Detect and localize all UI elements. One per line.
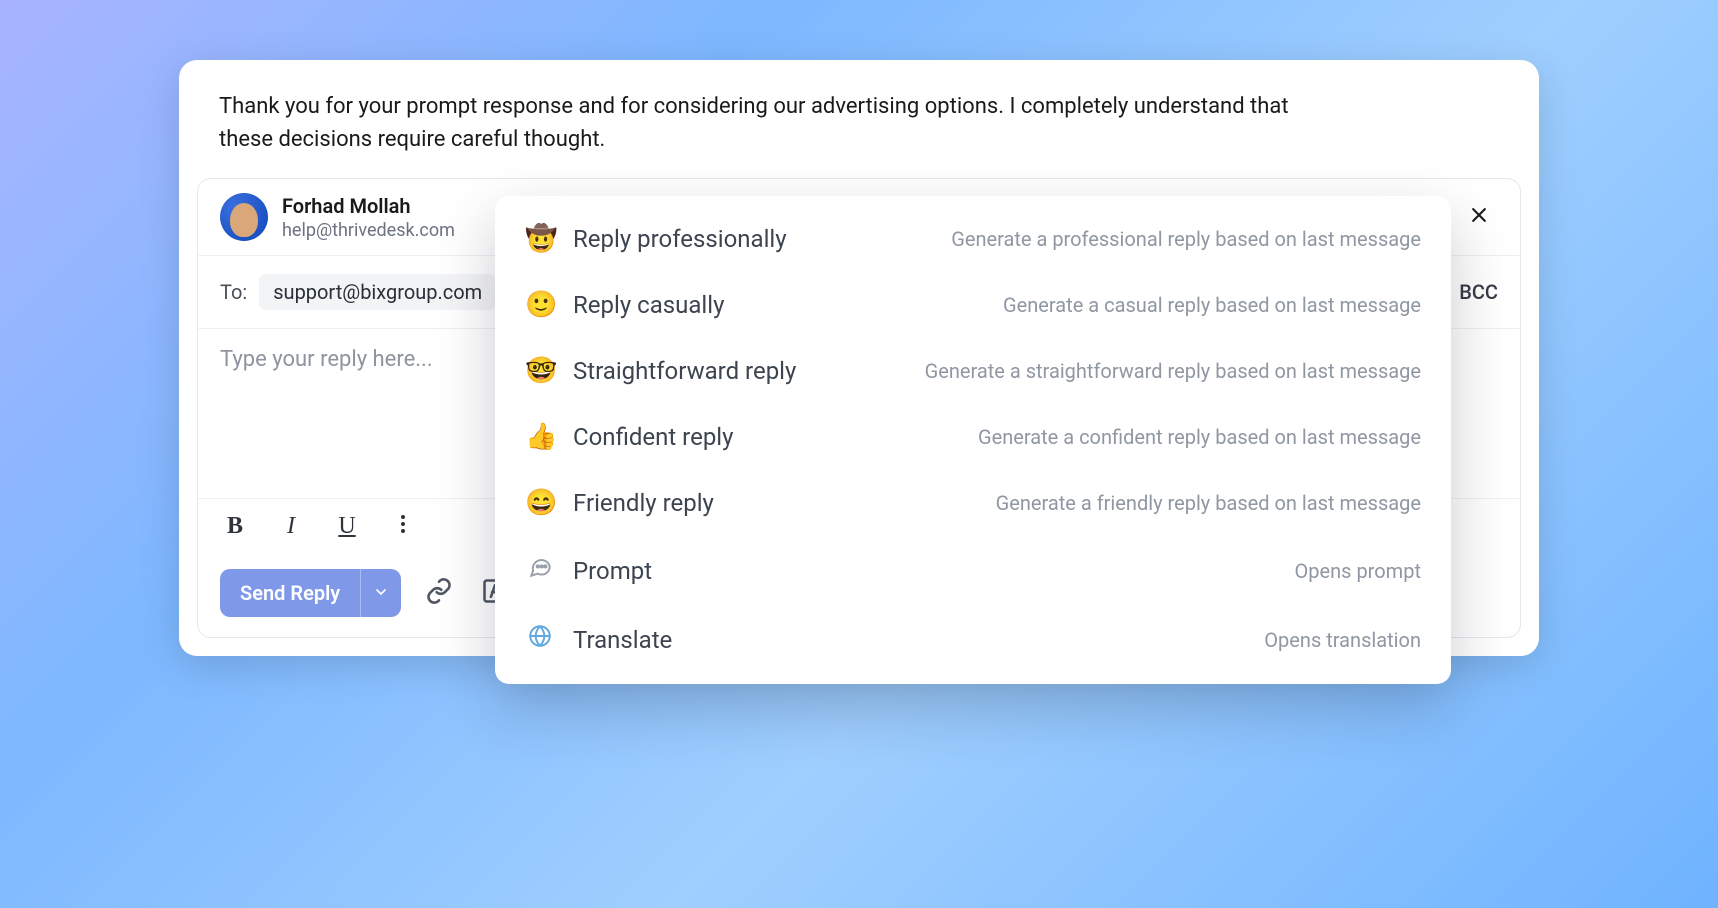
link-icon bbox=[425, 577, 453, 609]
option-title: Translate bbox=[573, 626, 672, 654]
confident-reply-option[interactable]: 👍 Confident reply Generate a confident r… bbox=[495, 404, 1451, 470]
more-formatting-button[interactable] bbox=[388, 511, 418, 541]
bold-button[interactable]: B bbox=[220, 511, 250, 541]
reply-suggestions-popover: 🤠 Reply professionally Generate a profes… bbox=[495, 196, 1451, 684]
option-title: Friendly reply bbox=[573, 489, 714, 517]
option-title: Straightforward reply bbox=[573, 357, 796, 385]
reply-casually-option[interactable]: 🙂 Reply casually Generate a casual reply… bbox=[495, 272, 1451, 338]
close-button[interactable] bbox=[1460, 198, 1498, 236]
straightforward-reply-option[interactable]: 🤓 Straightforward reply Generate a strai… bbox=[495, 338, 1451, 404]
underline-button[interactable]: U bbox=[332, 511, 362, 541]
option-title: Prompt bbox=[573, 557, 652, 585]
send-reply-label: Send Reply bbox=[220, 569, 360, 617]
option-desc: Generate a casual reply based on last me… bbox=[1003, 293, 1421, 317]
attachment-button[interactable] bbox=[421, 575, 457, 611]
to-label: To: bbox=[220, 280, 247, 304]
smile-emoji-icon: 🙂 bbox=[525, 290, 555, 320]
chevron-down-icon bbox=[373, 581, 389, 605]
option-desc: Generate a professional reply based on l… bbox=[951, 227, 1421, 251]
option-desc: Opens translation bbox=[1264, 628, 1421, 652]
avatar bbox=[220, 193, 268, 241]
sender-email: help@thrivedesk.com bbox=[282, 220, 462, 241]
send-reply-dropdown[interactable] bbox=[360, 569, 401, 617]
option-desc: Generate a confident reply based on last… bbox=[978, 425, 1421, 449]
more-vertical-icon bbox=[391, 512, 415, 540]
recipient-chip[interactable]: support@bixgroup.com bbox=[259, 274, 496, 310]
thumbs-up-emoji-icon: 👍 bbox=[525, 422, 555, 452]
option-title: Reply professionally bbox=[573, 225, 787, 253]
option-desc: Generate a straightforward reply based o… bbox=[925, 359, 1421, 383]
italic-button[interactable]: I bbox=[276, 511, 306, 541]
option-desc: Generate a friendly reply based on last … bbox=[996, 491, 1421, 515]
close-icon bbox=[1469, 205, 1489, 229]
option-title: Reply casually bbox=[573, 291, 724, 319]
speech-bubble-icon bbox=[525, 554, 555, 587]
compose-panel: Thank you for your prompt response and f… bbox=[179, 60, 1539, 656]
option-desc: Opens prompt bbox=[1295, 559, 1421, 583]
thread-preview: Thank you for your prompt response and f… bbox=[179, 84, 1539, 178]
option-title: Confident reply bbox=[573, 423, 734, 451]
send-reply-button[interactable]: Send Reply bbox=[220, 569, 401, 617]
thread-line2: these decisions require careful thought. bbox=[219, 127, 605, 152]
thread-line1: Thank you for your prompt response and f… bbox=[219, 94, 1289, 119]
bcc-button[interactable]: BCC bbox=[1459, 280, 1498, 304]
cowboy-emoji-icon: 🤠 bbox=[525, 224, 555, 254]
translate-option[interactable]: Translate Opens translation bbox=[495, 605, 1451, 674]
prompt-option[interactable]: Prompt Opens prompt bbox=[495, 536, 1451, 605]
nerd-emoji-icon: 🤓 bbox=[525, 356, 555, 386]
friendly-reply-option[interactable]: 😄 Friendly reply Generate a friendly rep… bbox=[495, 470, 1451, 536]
reply-professionally-option[interactable]: 🤠 Reply professionally Generate a profes… bbox=[495, 206, 1451, 272]
grin-emoji-icon: 😄 bbox=[525, 488, 555, 518]
globe-icon bbox=[525, 623, 555, 656]
